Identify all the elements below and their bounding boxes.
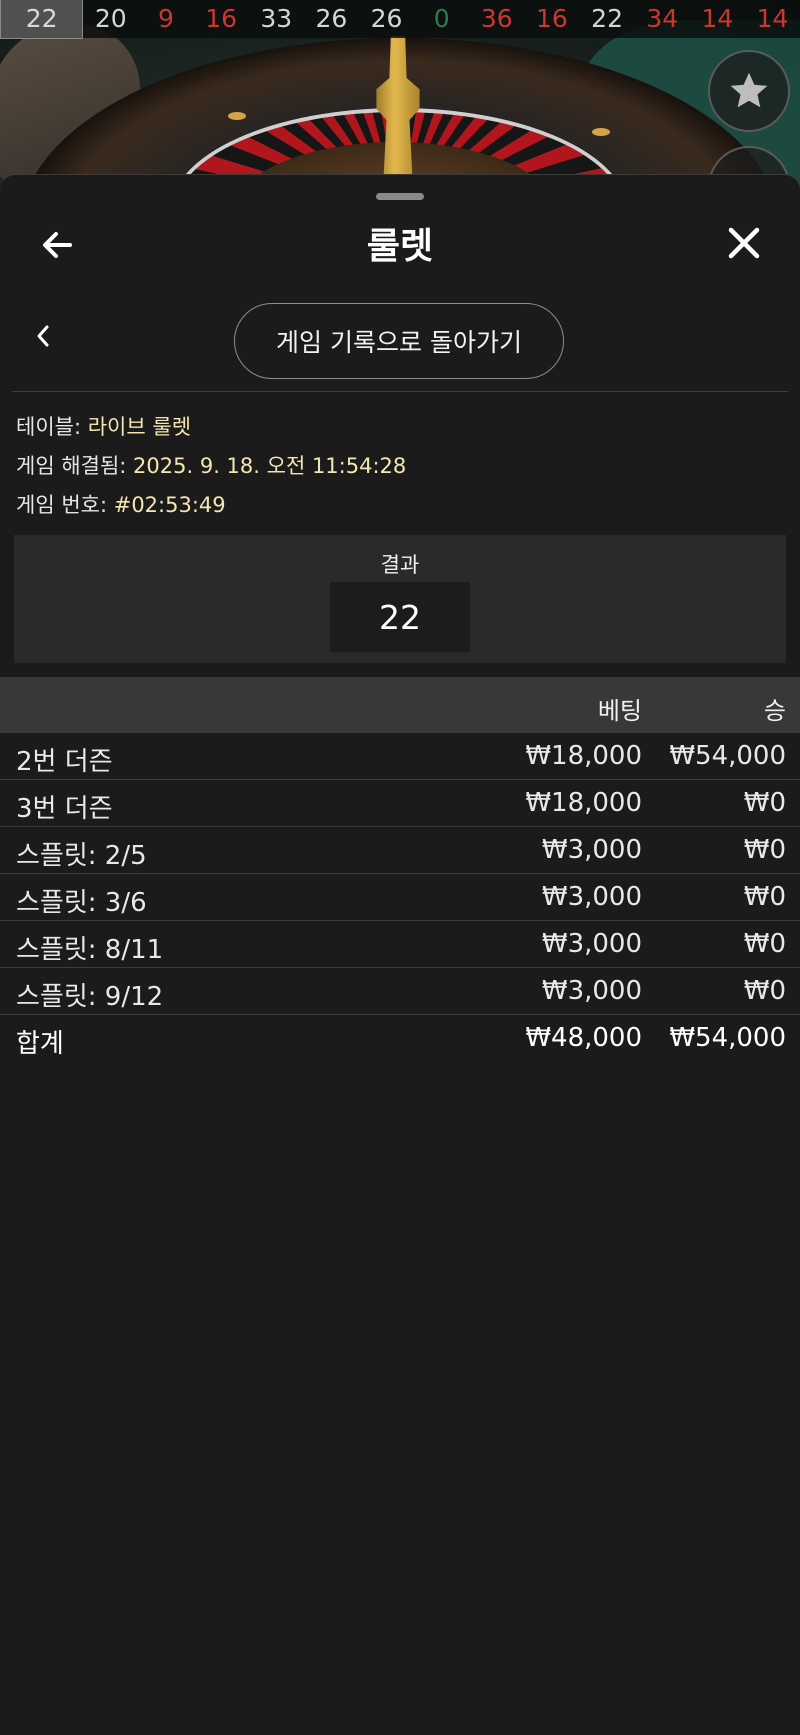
win-amount: ₩0 bbox=[743, 976, 786, 1006]
result-number: 22 bbox=[330, 582, 470, 652]
resolved-info: 게임 해결됨: 2025. 9. 18. 오전 11:54:28 bbox=[16, 450, 406, 480]
bet-name: 스플릿: 8/11 bbox=[16, 935, 164, 965]
game-number-label: 게임 번호: bbox=[16, 493, 108, 517]
bet-row: 스플릿: 2/5 ₩3,000 ₩0 bbox=[0, 827, 800, 874]
bet-row: 스플릿: 9/12 ₩3,000 ₩0 bbox=[0, 968, 800, 1015]
win-amount: ₩54,000 bbox=[669, 741, 786, 771]
wheel-diamond bbox=[228, 112, 246, 120]
result-label: 결과 bbox=[380, 553, 420, 577]
result-panel: 결과 22 bbox=[14, 535, 786, 663]
bet-amount: ₩48,000 bbox=[525, 1023, 642, 1053]
history-number: 16 bbox=[536, 4, 568, 33]
bet-amount: ₩18,000 bbox=[525, 741, 642, 771]
win-amount: ₩54,000 bbox=[669, 1023, 786, 1053]
history-number: 14 bbox=[756, 4, 789, 33]
bet-name: 합계 bbox=[16, 1029, 64, 1059]
win-amount: ₩0 bbox=[743, 882, 786, 912]
game-number-info: 게임 번호: #02:53:49 bbox=[16, 489, 226, 519]
table-label: 테이블: bbox=[16, 415, 82, 439]
divider bbox=[12, 391, 788, 392]
sheet-drag-handle[interactable] bbox=[376, 193, 424, 200]
history-latest-number: 22 bbox=[0, 0, 84, 39]
bet-amount: ₩3,000 bbox=[541, 882, 642, 912]
history-number: 0 bbox=[433, 4, 450, 33]
history-number: 26 bbox=[315, 4, 348, 33]
history-number: 20 bbox=[94, 4, 127, 33]
history-number: 34 bbox=[646, 4, 679, 33]
history-number: 36 bbox=[480, 4, 513, 33]
wheel-diamond bbox=[592, 128, 610, 136]
table-info: 테이블: 라이브 룰렛 bbox=[16, 411, 191, 441]
result-history-strip: 22 20 9 16 33 26 26 0 36 16 22 34 14 14 bbox=[0, 0, 800, 39]
bet-row: 스플릿: 8/11 ₩3,000 ₩0 bbox=[0, 921, 800, 968]
win-column-header: 승 bbox=[763, 697, 786, 725]
bet-row: 3번 더즌 ₩18,000 ₩0 bbox=[0, 780, 800, 827]
bet-column-header: 베팅 bbox=[597, 697, 642, 725]
bet-name: 스플릿: 2/5 bbox=[16, 841, 147, 871]
bet-name: 2번 더즌 bbox=[16, 747, 113, 777]
back-to-history-button[interactable]: 게임 기록으로 돌아가기 bbox=[234, 303, 564, 379]
bet-amount: ₩3,000 bbox=[541, 835, 642, 865]
history-number: 22 bbox=[591, 4, 623, 33]
chevron-left-icon[interactable] bbox=[30, 321, 56, 351]
history-number: 9 bbox=[158, 4, 174, 33]
bet-amount: ₩3,000 bbox=[541, 929, 642, 959]
history-number: 26 bbox=[370, 4, 403, 33]
game-detail-sheet: 룰렛 게임 기록으로 돌아가기 테이블: 라이브 룰렛 게임 해결됨: 2025… bbox=[0, 174, 800, 1735]
bet-amount: ₩18,000 bbox=[525, 788, 642, 818]
resolved-label: 게임 해결됨: bbox=[16, 454, 127, 478]
table-value: 라이브 룰렛 bbox=[87, 415, 192, 439]
star-icon bbox=[730, 72, 768, 108]
bet-name: 스플릿: 3/6 bbox=[16, 888, 147, 918]
win-amount: ₩0 bbox=[743, 788, 786, 818]
win-amount: ₩0 bbox=[743, 835, 786, 865]
win-amount: ₩0 bbox=[743, 929, 786, 959]
bet-name: 스플릿: 9/12 bbox=[16, 982, 164, 1012]
total-row: 합계 ₩48,000 ₩54,000 bbox=[0, 1015, 800, 1061]
bets-table-header: 베팅 승 bbox=[0, 677, 800, 733]
bet-name: 3번 더즌 bbox=[16, 794, 113, 824]
bet-row: 스플릿: 3/6 ₩3,000 ₩0 bbox=[0, 874, 800, 921]
favorite-button[interactable] bbox=[708, 50, 790, 132]
bet-row: 2번 더즌 ₩18,000 ₩54,000 bbox=[0, 733, 800, 780]
close-icon[interactable] bbox=[724, 223, 764, 263]
history-number: 16 bbox=[205, 4, 237, 33]
page-title: 룰렛 bbox=[366, 226, 434, 267]
resolved-value: 2025. 9. 18. 오전 11:54:28 bbox=[133, 454, 407, 478]
bet-amount: ₩3,000 bbox=[541, 976, 642, 1006]
history-number: 33 bbox=[260, 4, 293, 33]
history-number: 14 bbox=[701, 4, 734, 33]
game-number-value: #02:53:49 bbox=[113, 493, 226, 517]
